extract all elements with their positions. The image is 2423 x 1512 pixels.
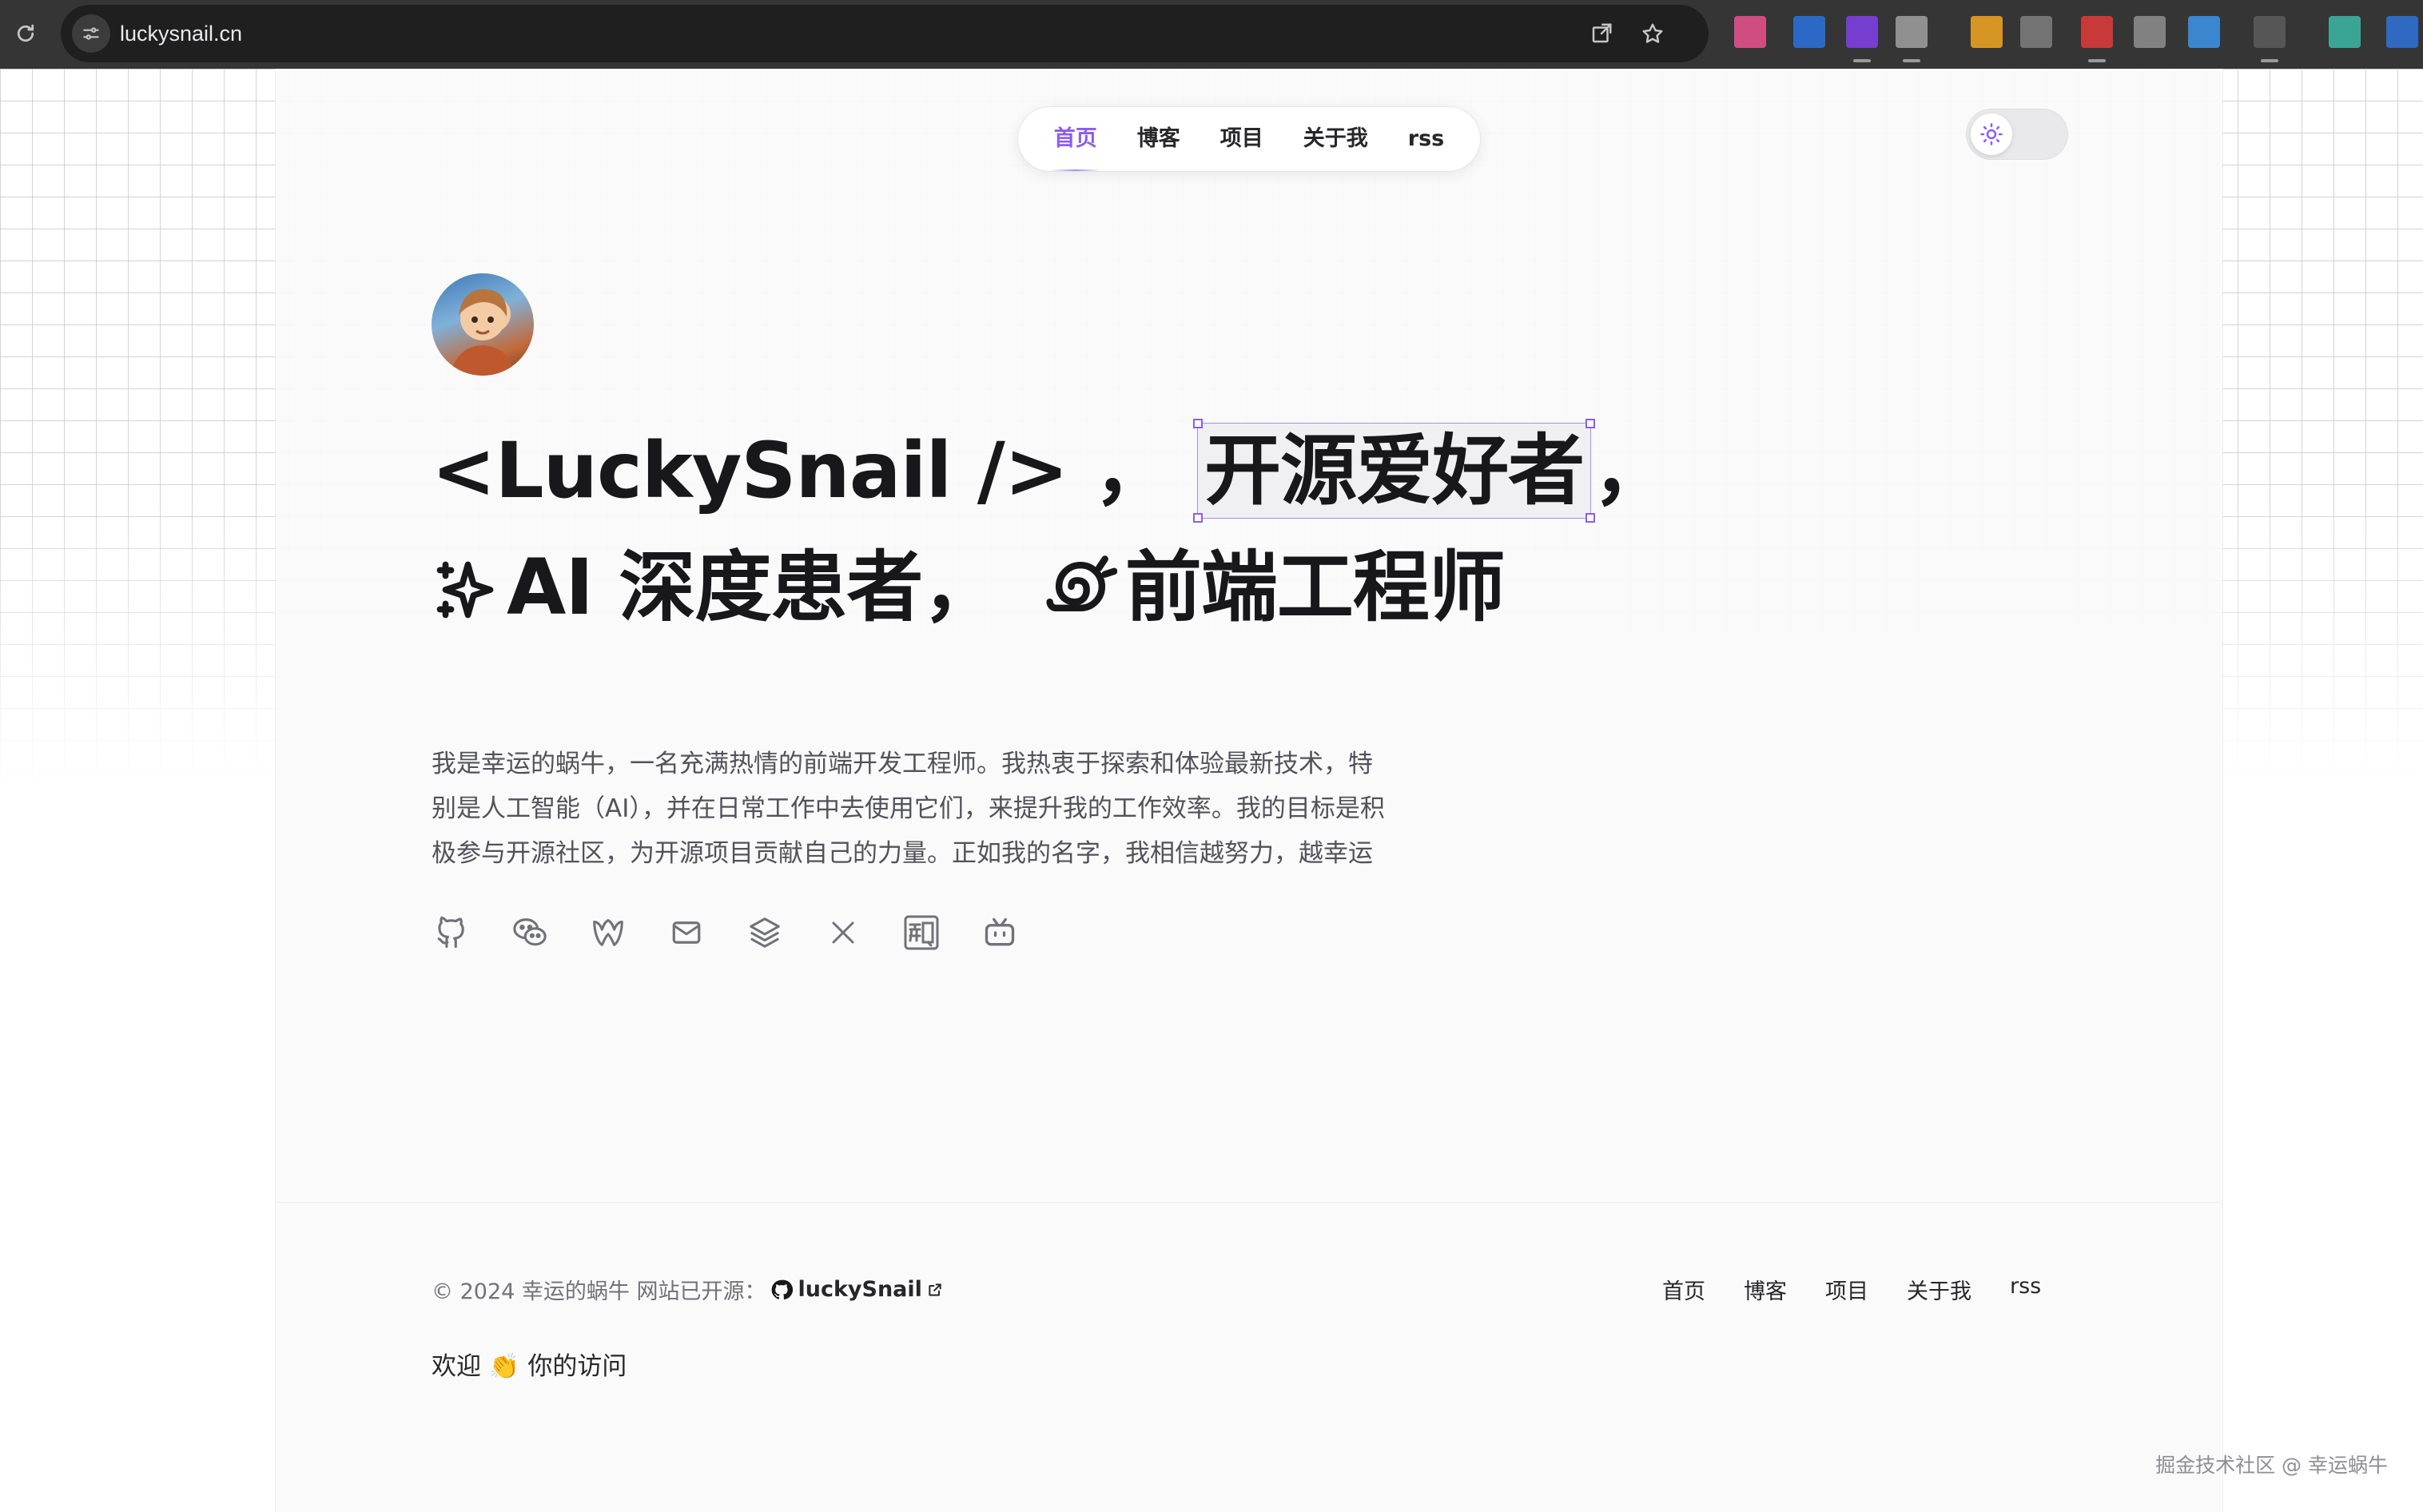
footer-nav-home[interactable]: 首页 bbox=[1662, 1274, 1705, 1305]
bookmark-star-icon[interactable] bbox=[1635, 16, 1670, 51]
extensions-tray bbox=[1734, 8, 2423, 62]
footer-copyright: © 2024 幸运的蜗牛 网站已开源： luckySnail bbox=[432, 1274, 943, 1305]
footer-nav-about[interactable]: 关于我 bbox=[1907, 1274, 1971, 1305]
hero-headline: <LuckySnail /> ， 开源爱好者 ， AI 深度患者， 前端工程师 bbox=[432, 412, 1790, 646]
repo-link[interactable]: luckySnail bbox=[770, 1277, 942, 1302]
repo-name: luckySnail bbox=[798, 1277, 922, 1302]
extension-icon[interactable] bbox=[2134, 16, 2166, 48]
extension-pinned-indicator bbox=[1903, 59, 1920, 62]
stack-icon[interactable] bbox=[745, 913, 785, 953]
juejin-icon[interactable] bbox=[588, 913, 628, 953]
sparkles-icon bbox=[432, 539, 499, 655]
welcome-pre: 欢迎 bbox=[432, 1352, 481, 1381]
extension-icon[interactable] bbox=[1734, 16, 1766, 48]
welcome-message: 欢迎 👏 你的访问 bbox=[432, 1346, 627, 1382]
github-icon[interactable] bbox=[432, 913, 471, 953]
address-bar[interactable]: luckysnail.cn bbox=[61, 5, 1709, 62]
nav-item-about[interactable]: 关于我 bbox=[1283, 107, 1388, 171]
extension-pinned-indicator bbox=[2088, 59, 2106, 62]
email-icon[interactable] bbox=[666, 913, 706, 953]
wechat-icon[interactable] bbox=[510, 913, 550, 953]
resize-handle bbox=[1193, 513, 1204, 523]
footer-nav-projects[interactable]: 项目 bbox=[1825, 1274, 1868, 1305]
external-link-icon bbox=[929, 1283, 941, 1296]
watermark: 掘金技术社区 @ 幸运蜗牛 bbox=[2155, 1454, 2388, 1477]
extension-icon[interactable] bbox=[2081, 16, 2113, 48]
nav-item-blog[interactable]: 博客 bbox=[1117, 107, 1200, 171]
extension-icon[interactable] bbox=[2329, 16, 2361, 48]
social-links bbox=[432, 913, 1020, 953]
welcome-post: 你的访问 bbox=[527, 1352, 627, 1381]
resize-handle bbox=[1585, 513, 1596, 523]
extension-pinned-indicator bbox=[2261, 59, 2278, 62]
resize-handle bbox=[1585, 419, 1596, 428]
headline-line-1: <LuckySnail /> ， 开源爱好者 ， bbox=[432, 412, 1790, 529]
extension-icon[interactable] bbox=[1846, 16, 1878, 48]
nav-item-projects[interactable]: 项目 bbox=[1200, 107, 1283, 171]
role-text: 前端工程师 bbox=[1124, 543, 1506, 632]
site-info-icon[interactable] bbox=[72, 14, 110, 53]
extension-icon[interactable] bbox=[1896, 16, 1928, 48]
bio-line: 极参与开源社区，为开源项目贡献自己的力量。正如我的名字，我相信越努力，越幸运 bbox=[432, 839, 1373, 868]
footer-nav: 首页 博客 项目 关于我 rss bbox=[1662, 1274, 2041, 1305]
avatar bbox=[432, 273, 534, 376]
separator: ， bbox=[1593, 426, 1669, 515]
url-text[interactable]: luckysnail.cn bbox=[120, 5, 242, 62]
footer-nav-blog[interactable]: 博客 bbox=[1744, 1274, 1787, 1305]
extension-icon[interactable] bbox=[2188, 16, 2220, 48]
footer-nav-rss[interactable]: rss bbox=[2010, 1274, 2041, 1305]
x-icon[interactable] bbox=[823, 913, 863, 953]
resize-handle bbox=[1193, 419, 1204, 428]
extension-icon[interactable] bbox=[2020, 16, 2052, 48]
extension-pinned-indicator bbox=[1853, 59, 1871, 62]
page-viewport: 首页 博客 项目 关于我 rss <LuckySnail /> ， 开源爱好者 bbox=[0, 69, 2423, 1512]
footer-divider bbox=[275, 1202, 2222, 1203]
nav-item-home[interactable]: 首页 bbox=[1034, 107, 1117, 171]
extension-icon[interactable] bbox=[2254, 16, 2286, 48]
clap-emoji: 👏 bbox=[488, 1352, 520, 1381]
copyright-text: © 2024 幸运的蜗牛 网站已开源： bbox=[432, 1279, 766, 1304]
zhihu-icon[interactable] bbox=[901, 913, 941, 953]
highlight-box: 开源爱好者 bbox=[1193, 419, 1596, 523]
github-icon bbox=[772, 1279, 794, 1299]
nav-item-rss[interactable]: rss bbox=[1388, 107, 1464, 171]
theme-toggle[interactable] bbox=[1966, 109, 2068, 160]
extension-icon[interactable] bbox=[1971, 16, 2003, 48]
open-in-window-icon[interactable] bbox=[1584, 16, 1619, 51]
name-tag: <LuckySnail /> bbox=[432, 426, 1068, 515]
bio-line: 别是人工智能（AI），并在日常工作中去使用它们，来提升我的工作效率。我的目标是积 bbox=[432, 794, 1385, 823]
ai-text: AI 深度患者， bbox=[507, 543, 999, 632]
extension-icon[interactable] bbox=[1793, 16, 1825, 48]
bilibili-icon[interactable] bbox=[980, 913, 1020, 953]
bio-paragraph: 我是幸运的蜗牛，一名充满热情的前端开发工程师。我热衷于探索和体验最新技术，特 别… bbox=[432, 742, 1430, 876]
sun-icon bbox=[1971, 113, 2012, 155]
bio-line: 我是幸运的蜗牛，一名充满热情的前端开发工程师。我热衷于探索和体验最新技术，特 bbox=[432, 750, 1373, 778]
browser-toolbar: luckysnail.cn bbox=[0, 0, 2423, 69]
snail-icon bbox=[1044, 539, 1118, 655]
reload-icon[interactable] bbox=[6, 14, 45, 53]
main-nav: 首页 博客 项目 关于我 rss bbox=[1018, 107, 1480, 171]
separator: ， bbox=[1093, 426, 1171, 515]
headline-line-2: AI 深度患者， 前端工程师 bbox=[432, 529, 1790, 646]
highlight-text: 开源爱好者 bbox=[1204, 426, 1585, 515]
extension-icon[interactable] bbox=[2386, 16, 2418, 48]
